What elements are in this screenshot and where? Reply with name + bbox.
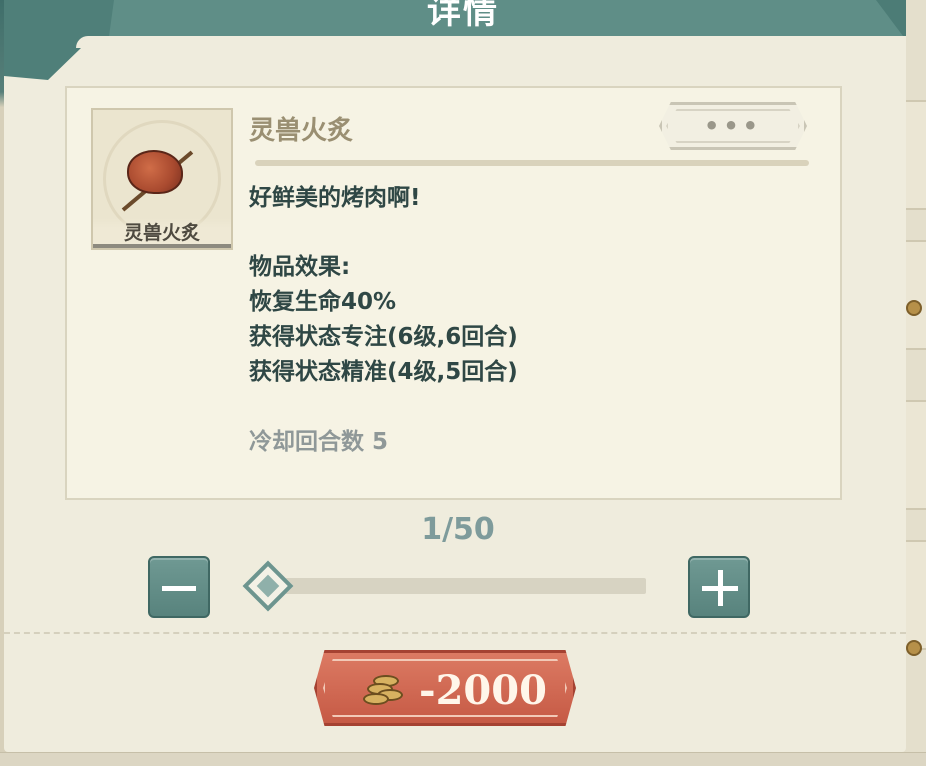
minus-icon [162,586,196,591]
item-thumbnail: 灵兽火炙 [91,108,233,250]
cost-value: -2000 [419,667,547,714]
coin-stack-icon [363,675,407,707]
cooldown-text: 冷却回合数 5 [249,429,389,455]
effect-line: 获得状态专注(6级,6回合) [249,324,518,350]
divider [255,160,809,166]
more-dots-icon: ••• [703,112,763,140]
coin-icon [906,300,922,316]
roast-meat-icon [127,150,183,194]
thumbnail-label: 灵兽火炙 [93,218,231,248]
item-effects: 物品效果: 恢复生命40% 获得状态专注(6级,6回合) 获得状态精准(4级,5… [249,250,518,390]
slider-handle-core [256,574,280,598]
item-description: 好鲜美的烤肉啊! [249,185,421,211]
quantity-slider[interactable] [258,578,646,594]
purchase-button[interactable]: -2000 [314,650,576,726]
effect-line: 获得状态精准(4级,5回合) [249,359,518,385]
increase-quantity-button[interactable] [688,556,750,618]
effect-line: 恢复生命40% [249,289,397,315]
plus-icon-vertical [718,570,723,606]
dialog-title: 详情 [427,0,499,32]
decrease-quantity-button[interactable] [148,556,210,618]
background-scene-bottom [0,752,926,766]
more-button[interactable]: ••• [659,102,807,150]
item-detail-card: 灵兽火炙 灵兽火炙 ••• 好鲜美的烤肉啊! 物品效果: 恢复生命40% 获得状… [65,86,842,500]
item-name: 灵兽火炙 [249,116,354,146]
quantity-readout: 1/50 [421,512,495,547]
dialog-body-edge [76,36,906,48]
effects-heading: 物品效果: [249,254,351,280]
dashed-separator [4,632,906,634]
coin-icon [906,640,922,656]
